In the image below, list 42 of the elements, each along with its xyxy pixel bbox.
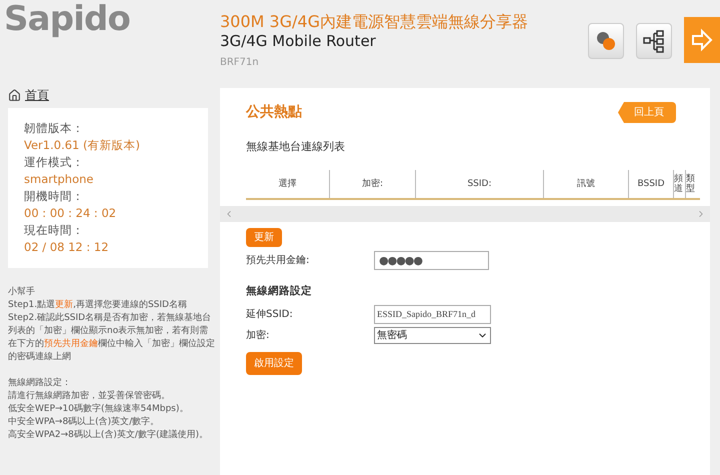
section-title: 無線網路設定 [246, 284, 313, 298]
model-name: BRF71n [220, 56, 260, 70]
network-tree-icon[interactable] [636, 23, 672, 59]
help-text: Step2.確認此SSID名稱是否有加密，若無線基地台列表的「加密」欄位顯示no表示無加密，若有則需在下方的預先共用金鑰欄位中輸入「加密」欄位設定的密碼連線上網 [8, 312, 216, 364]
info-label: 運作模式： [24, 154, 85, 171]
info-label: 開機時間： [24, 188, 85, 205]
list-title: 無線基地台連線列表 [246, 139, 346, 155]
column-header: 選擇 [278, 178, 298, 190]
column-header: 加密: [329, 170, 415, 198]
product-title: 300M 3G/4G內建電源智慧雲端無線分享器 [220, 12, 529, 32]
info-label: 現在時間： [24, 222, 85, 239]
column-header: 類型 [685, 170, 697, 198]
horizontal-scrollbar[interactable] [220, 206, 710, 222]
column-header: BSSID [628, 170, 673, 198]
column-header: SSID: [415, 170, 543, 198]
help-text: 小幫手 [8, 286, 36, 299]
arrow-right-icon[interactable] [684, 17, 720, 63]
info-value: 02 / 08 12 : 12 [24, 239, 110, 256]
home-link[interactable]: 首頁 [25, 86, 49, 104]
column-header: 訊號 [543, 170, 628, 198]
info-value: 00 : 00 : 24 : 02 [24, 205, 118, 222]
help-text: Step1.點選更新,再選擇您要連線的SSID名稱 [8, 299, 188, 312]
field-label: 加密: [246, 328, 270, 344]
home-icon [8, 88, 21, 102]
page-title: 公共熱點 [246, 103, 302, 122]
help-text: 無線網路設定： [8, 377, 72, 390]
column-header: 頻道 [673, 170, 685, 198]
help-text: 高安全WPA2→8碼以上(含)英文/數字(建議使用)。 [8, 429, 209, 442]
field-label: 延伸SSID: [246, 308, 294, 322]
encryption-select[interactable]: 無密碼 [374, 327, 491, 344]
info-value: Ver1.0.61 (有新版本) [24, 137, 141, 154]
info-value: smartphone [24, 171, 94, 188]
help-text: 中安全WPA→8碼以上(含)英文/數字。 [8, 416, 160, 429]
chat-bubbles-icon[interactable] [588, 23, 624, 59]
logo: Sapido [4, 0, 130, 39]
field-label: 預先共用金鑰: [246, 254, 310, 268]
help-text: 低安全WEP→10碼數字(無線速率54Mbps)。 [8, 403, 190, 416]
help-text: 請進行無線網路加密，並妥善保管密碼。 [8, 390, 171, 403]
product-subtitle: 3G/4G Mobile Router [220, 32, 377, 51]
password-field[interactable]: ●●●●● [374, 250, 489, 270]
info-label: 韌體版本： [24, 120, 85, 137]
ssid-field[interactable]: ESSID_Sapido_BRF71n_d [374, 305, 491, 324]
